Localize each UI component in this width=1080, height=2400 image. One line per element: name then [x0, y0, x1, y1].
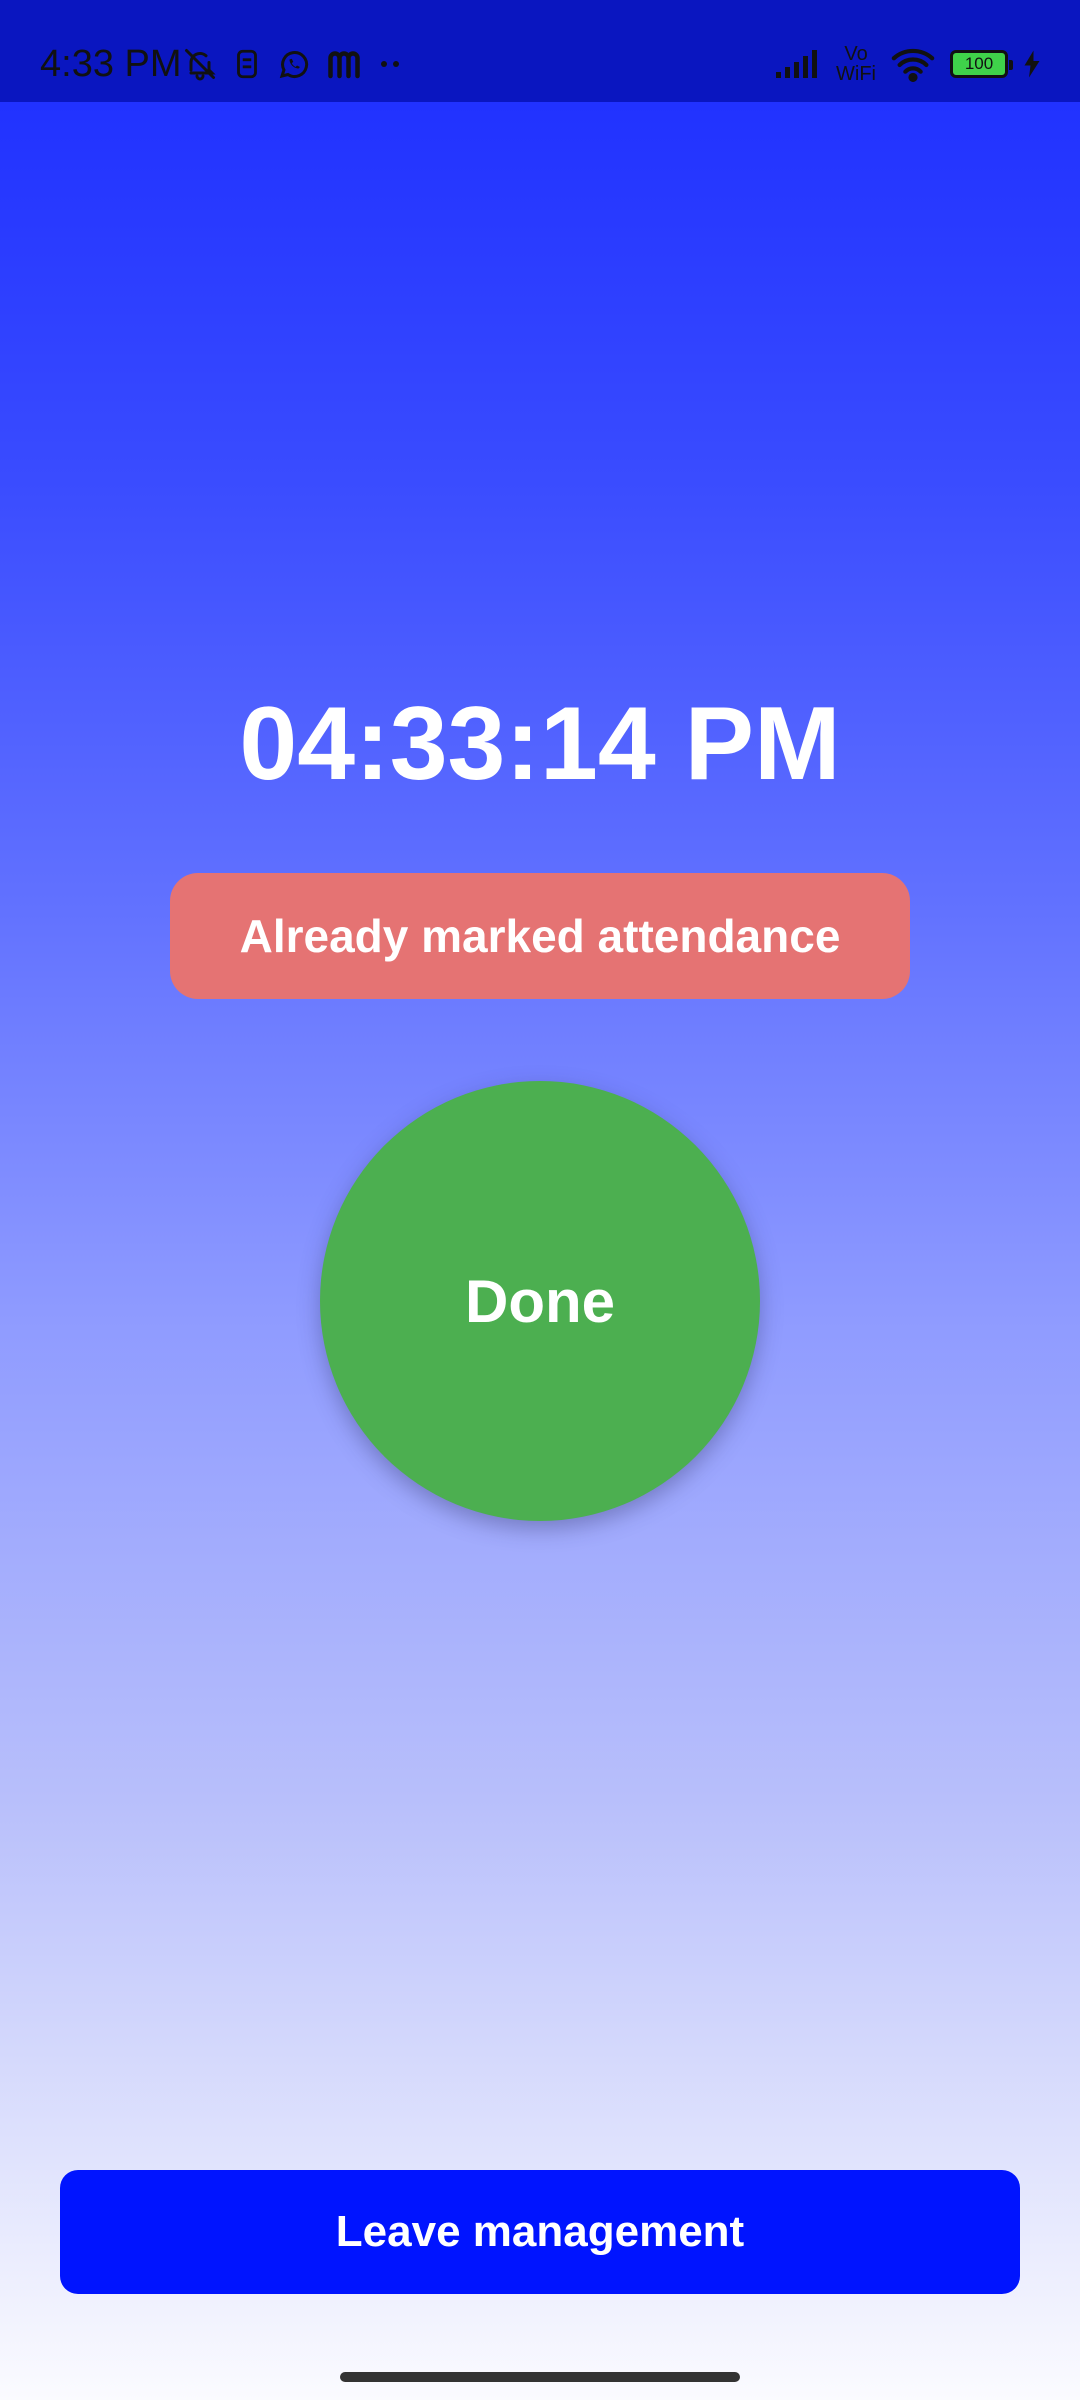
- status-system-icons: Vo WiFi 100: [774, 40, 1042, 88]
- charging-icon: [1022, 49, 1042, 79]
- vowifi-bottom-label: WiFi: [836, 63, 876, 85]
- wifi-icon: [890, 46, 936, 82]
- vowifi-top-label: Vo: [844, 43, 868, 65]
- status-bar: 4:33 PM Vo WiFi 100: [0, 0, 1080, 102]
- battery-icon: 100: [950, 50, 1013, 78]
- gesture-navigation-bar[interactable]: [340, 2372, 740, 2382]
- m-app-icon: [326, 48, 362, 80]
- current-time-display: 04:33:14 PM: [239, 686, 841, 802]
- battery-level: 100: [964, 54, 994, 73]
- mark-attendance-done-button[interactable]: Done: [320, 1081, 760, 1521]
- whatsapp-icon: [276, 46, 312, 82]
- leave-management-button[interactable]: Leave management: [60, 2170, 1020, 2294]
- status-time: 4:33 PM: [40, 43, 182, 85]
- more-dots-icon: [376, 58, 404, 70]
- vowifi-icon: Vo WiFi: [836, 44, 876, 84]
- attendance-status-alert: Already marked attendance: [170, 873, 910, 999]
- status-notification-icons: [182, 40, 404, 88]
- mute-bell-icon: [182, 46, 218, 82]
- done-label: Done: [465, 1267, 615, 1335]
- alert-message: Already marked attendance: [239, 910, 841, 962]
- signal-icon: [774, 48, 822, 80]
- sim-icon: [232, 47, 262, 81]
- leave-management-label: Leave management: [335, 2207, 745, 2256]
